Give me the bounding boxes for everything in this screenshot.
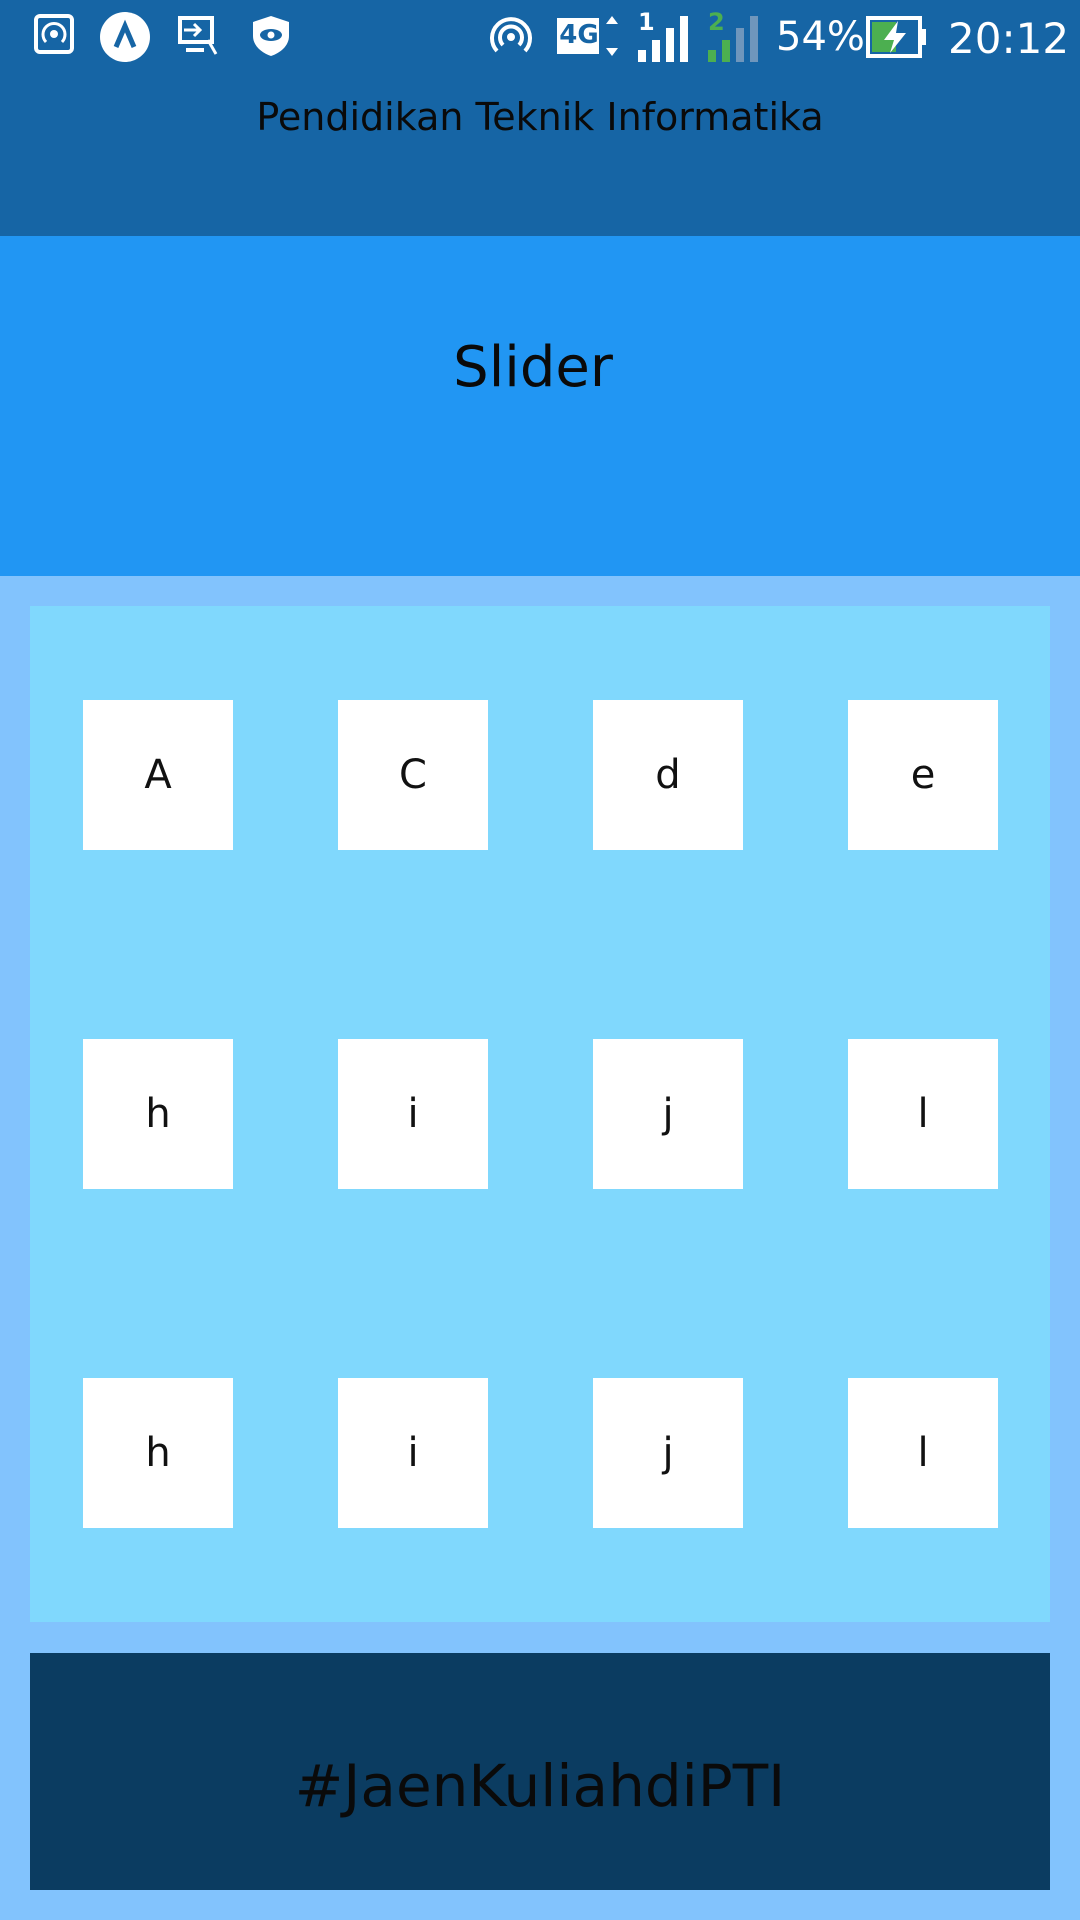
grid-tile[interactable]: l	[848, 1039, 998, 1189]
tile-label: i	[407, 1091, 419, 1137]
grid-tile[interactable]: C	[338, 700, 488, 850]
grid-tile[interactable]: i	[338, 1378, 488, 1528]
app-header: 4G 1 2 54% 20:12 Pendidikan Teknik Infor…	[0, 0, 1080, 236]
grid-tile[interactable]: h	[83, 1378, 233, 1528]
sim2-label: 2	[708, 8, 725, 36]
battery-percentage: 54%	[776, 14, 865, 60]
tile-label: i	[407, 1430, 419, 1476]
status-bar: 4G 1 2 54% 20:12	[0, 0, 1080, 80]
app-title: Pendidikan Teknik Informatika	[256, 95, 824, 139]
slider-panel[interactable]	[0, 236, 1080, 576]
slider-label: Slider	[453, 335, 613, 400]
grid-tile[interactable]: e	[848, 700, 998, 850]
tile-label: h	[145, 1091, 171, 1137]
grid-tile[interactable]: j	[593, 1378, 743, 1528]
grid-tile[interactable]: h	[83, 1039, 233, 1189]
clock: 20:12	[948, 14, 1070, 63]
grid-tile[interactable]: A	[83, 700, 233, 850]
tile-label: j	[662, 1091, 674, 1137]
tile-label: A	[144, 752, 172, 798]
sim1-label: 1	[638, 8, 655, 36]
tile-label: e	[910, 752, 936, 798]
battery-charging-icon	[866, 16, 928, 62]
shield-eye-icon	[250, 14, 292, 62]
grid-tile[interactable]: l	[848, 1378, 998, 1528]
cast-icon	[176, 14, 220, 62]
network-type-label: 4G	[559, 20, 599, 50]
tile-label: j	[662, 1430, 674, 1476]
grid-tile[interactable]: j	[593, 1039, 743, 1189]
hotspot-icon	[34, 14, 74, 62]
app-a-icon	[100, 12, 150, 66]
wifi-tethering-icon	[488, 14, 534, 64]
tile-label: C	[399, 752, 427, 798]
tile-label: l	[917, 1091, 929, 1137]
tile-label: d	[655, 752, 681, 798]
grid-tile[interactable]: d	[593, 700, 743, 850]
footer-hashtag: #JaenKuliahdiPTI	[294, 1752, 786, 1820]
grid-tile[interactable]: i	[338, 1039, 488, 1189]
tile-label: l	[917, 1430, 929, 1476]
tile-label: h	[145, 1430, 171, 1476]
